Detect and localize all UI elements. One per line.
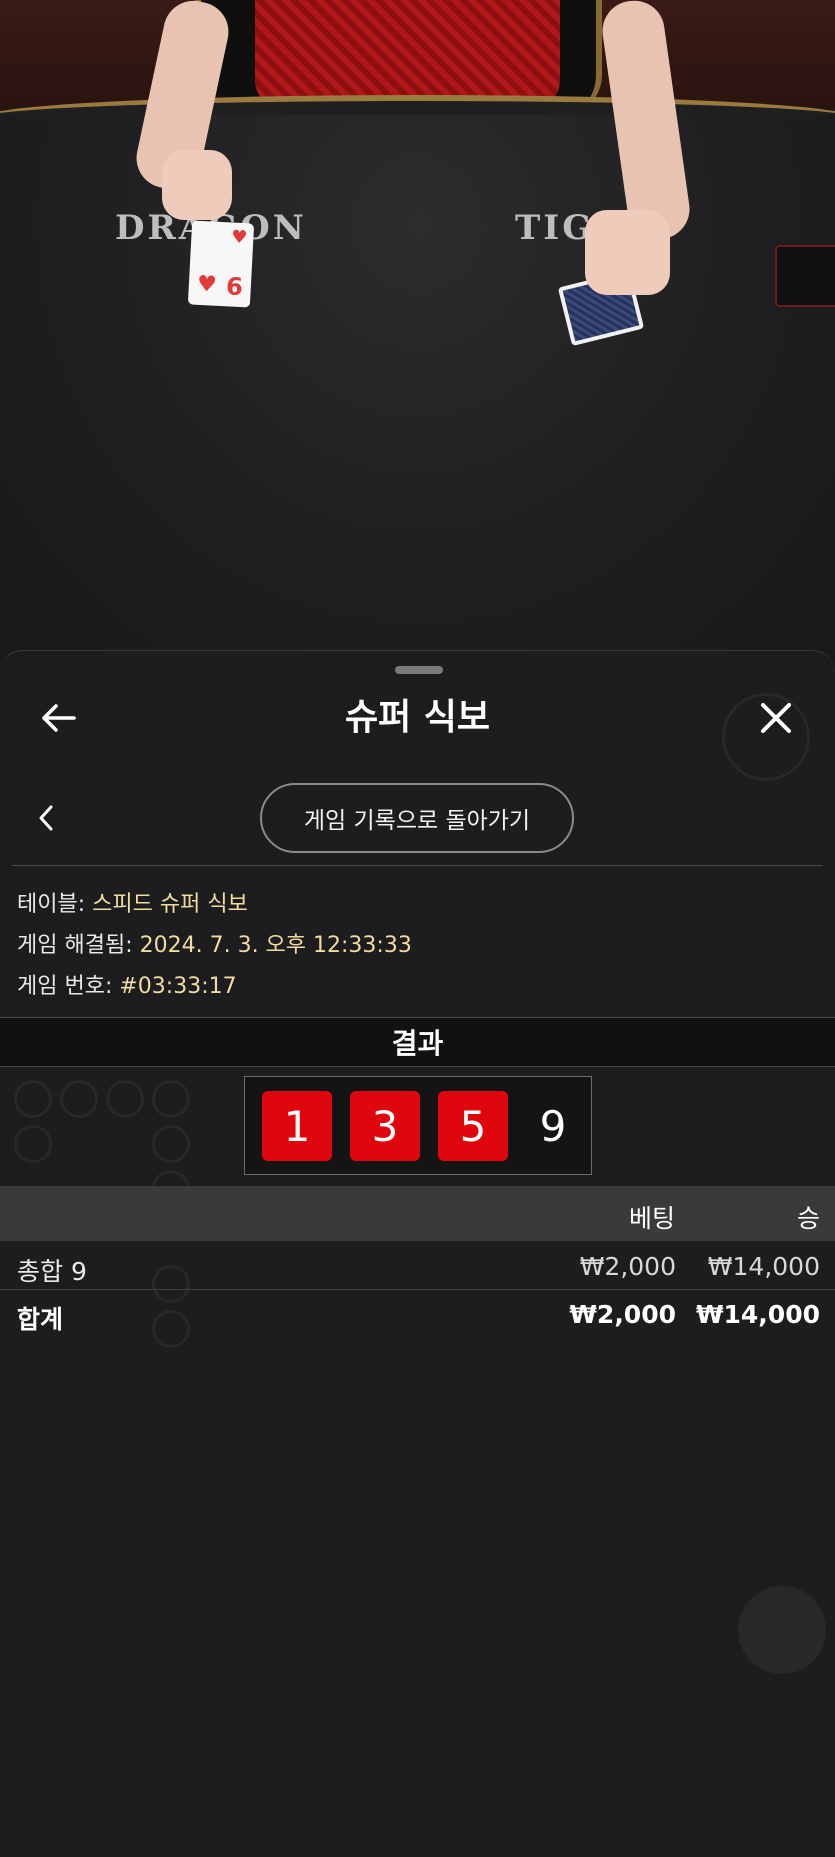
menu-fab-ghost	[738, 1586, 826, 1674]
game-number-label: 게임 번호:	[17, 974, 120, 999]
dealer-right-hand	[585, 210, 670, 295]
card-suit-icon: ♥	[196, 271, 218, 298]
resolved-value: 2024. 7. 3. 오후 12:33:33	[139, 933, 412, 958]
game-number-value: #03:33:17	[119, 974, 237, 999]
ghost-road-marker	[152, 1125, 190, 1163]
card-suit-icon: ♥	[230, 226, 248, 249]
total-label: 합계	[17, 1305, 64, 1334]
dice-total: 9	[539, 1101, 567, 1151]
back-to-history-button[interactable]: 게임 기록으로 돌아가기	[260, 783, 574, 853]
ghost-road-marker	[14, 1080, 52, 1118]
close-button[interactable]	[748, 690, 804, 746]
ghost-road-marker	[106, 1080, 144, 1118]
total-win: ₩14,000	[695, 1300, 820, 1329]
chevron-left-icon	[39, 805, 53, 831]
card-rank: 6	[225, 272, 244, 302]
result-header: 결과	[0, 1017, 835, 1067]
ghost-road-marker	[60, 1080, 98, 1118]
total-bet: ₩2,000	[569, 1300, 676, 1329]
bet-amount: ₩2,000	[579, 1252, 676, 1281]
column-bet: 베팅	[628, 1204, 675, 1233]
win-amount: ₩14,000	[707, 1252, 820, 1281]
die-1: 1	[262, 1091, 332, 1161]
page-title: 슈퍼 식보	[344, 697, 490, 738]
bets-table-header: 베팅 승	[0, 1186, 835, 1241]
table-info: 테이블: 스피드 슈퍼 식보	[17, 886, 248, 918]
dealer-left-hand	[162, 150, 232, 220]
dice-result: 1 3 5 9	[244, 1076, 592, 1175]
previous-page-button[interactable]	[26, 798, 66, 838]
ghost-road-marker	[152, 1080, 190, 1118]
die-2: 3	[350, 1091, 420, 1161]
table-value: 스피드 슈퍼 식보	[92, 892, 248, 917]
dealer	[255, 0, 560, 110]
resolved-info: 게임 해결됨: 2024. 7. 3. 오후 12:33:33	[17, 927, 412, 959]
ghost-road-marker	[152, 1310, 190, 1348]
table-label: 테이블:	[17, 892, 93, 917]
ghost-road-marker	[14, 1125, 52, 1163]
live-video-feed: DRAGON TIGER ♥ ♥ 6	[0, 0, 835, 660]
game-table	[0, 115, 835, 660]
bet-name: 총합 9	[17, 1257, 87, 1286]
row-divider	[0, 1289, 835, 1290]
resolved-label: 게임 해결됨:	[17, 933, 140, 958]
die-3: 5	[438, 1091, 508, 1161]
divider	[12, 865, 823, 866]
ghost-road-marker	[152, 1265, 190, 1303]
game-number-info: 게임 번호: #03:33:17	[17, 968, 237, 1000]
column-win: 승	[796, 1204, 820, 1233]
dragon-card: ♥ ♥ 6	[187, 220, 255, 308]
close-icon	[761, 703, 791, 733]
card-shoe	[775, 245, 835, 307]
sheet-drag-handle[interactable]	[395, 666, 443, 674]
